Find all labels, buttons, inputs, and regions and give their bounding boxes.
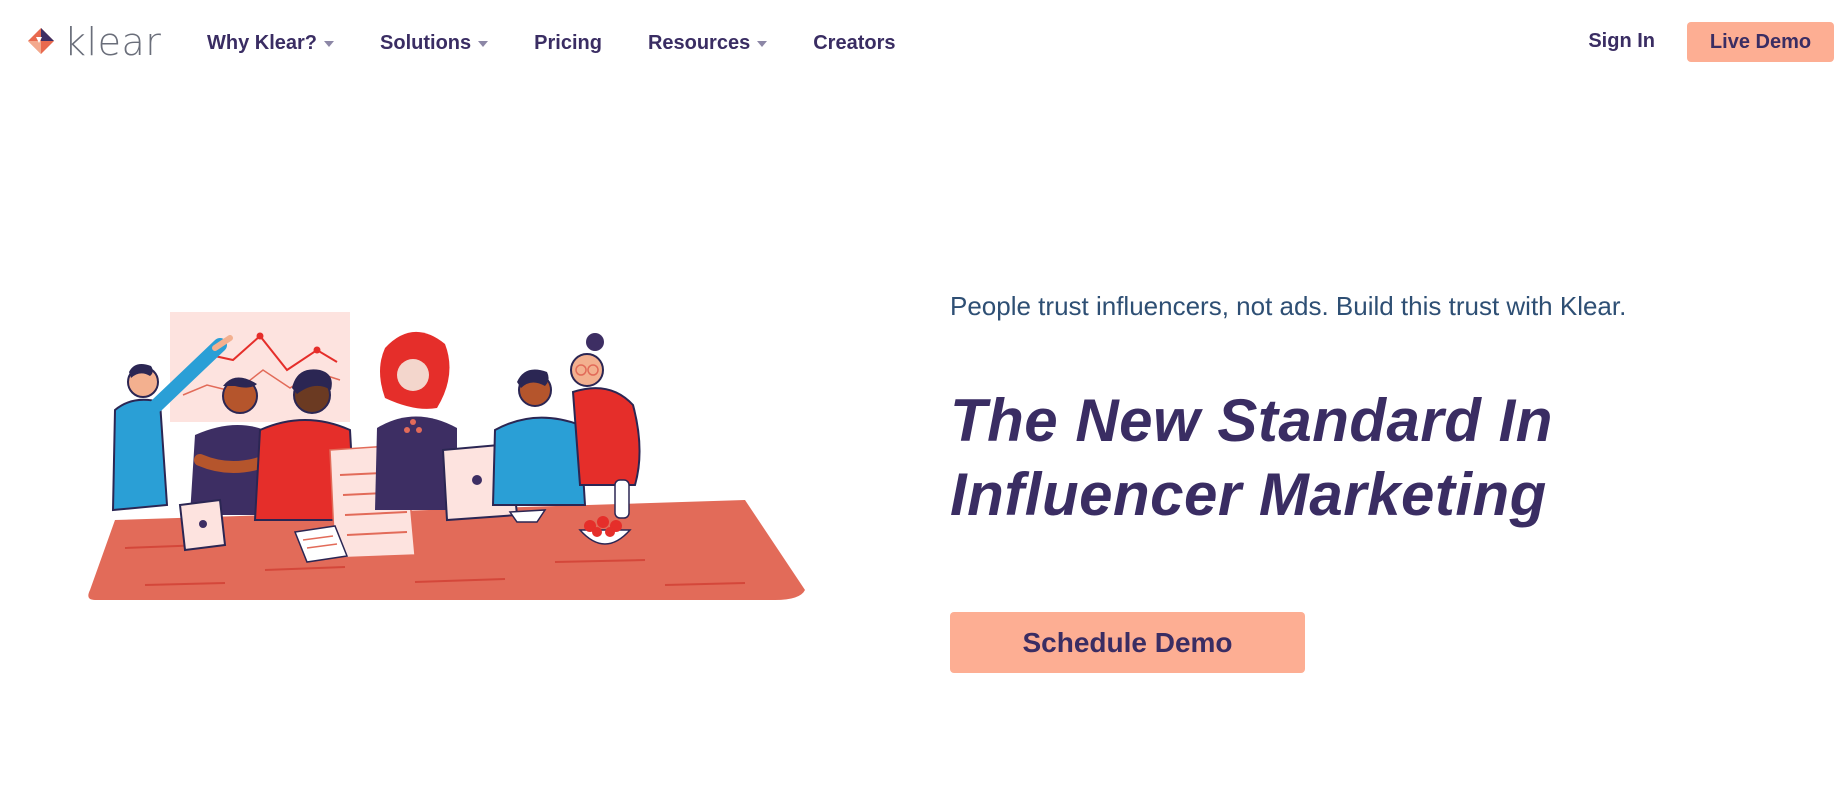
chevron-down-icon [757,41,768,47]
main-nav: Why Klear? Solutions Pricing Resources C… [207,26,941,60]
nav-item-solutions[interactable]: Solutions [380,31,489,55]
klear-logo[interactable]: klear [24,20,161,64]
headline-line-1: The New Standard In [950,387,1553,454]
klear-diamond-logo-icon [28,28,54,54]
nav-item-pricing[interactable]: Pricing [534,32,602,55]
nav-item-label: Creators [813,31,896,54]
chevron-down-icon [478,41,489,47]
nav-item-label: Why Klear? [207,31,318,54]
logo-wordmark: klear [64,20,162,64]
live-demo-button[interactable]: Live Demo [1687,22,1834,62]
chevron-down-icon [324,41,335,47]
hero-headline: The New Standard In Influencer Marketing [950,384,1810,532]
nav-item-resources[interactable]: Resources [647,31,768,55]
sign-in-link[interactable]: Sign In [1588,30,1655,53]
nav-item-label: Solutions [380,31,472,54]
nav-item-label: Resources [647,31,751,54]
team-meeting-illustration [88,312,806,600]
hero-tagline: People trust influencers, not ads. Build… [950,291,1627,321]
headline-line-2: Influencer Marketing [950,461,1547,528]
site-header: klear Why Klear? Solutions Pricing Resou… [0,0,1835,86]
schedule-demo-button[interactable]: Schedule Demo [950,612,1305,673]
nav-item-creators[interactable]: Creators [813,32,895,55]
nav-item-label: Pricing [534,31,602,54]
nav-item-why-klear[interactable]: Why Klear? [207,31,335,55]
hero-section: People trust influencers, not ads. Build… [950,288,1810,528]
